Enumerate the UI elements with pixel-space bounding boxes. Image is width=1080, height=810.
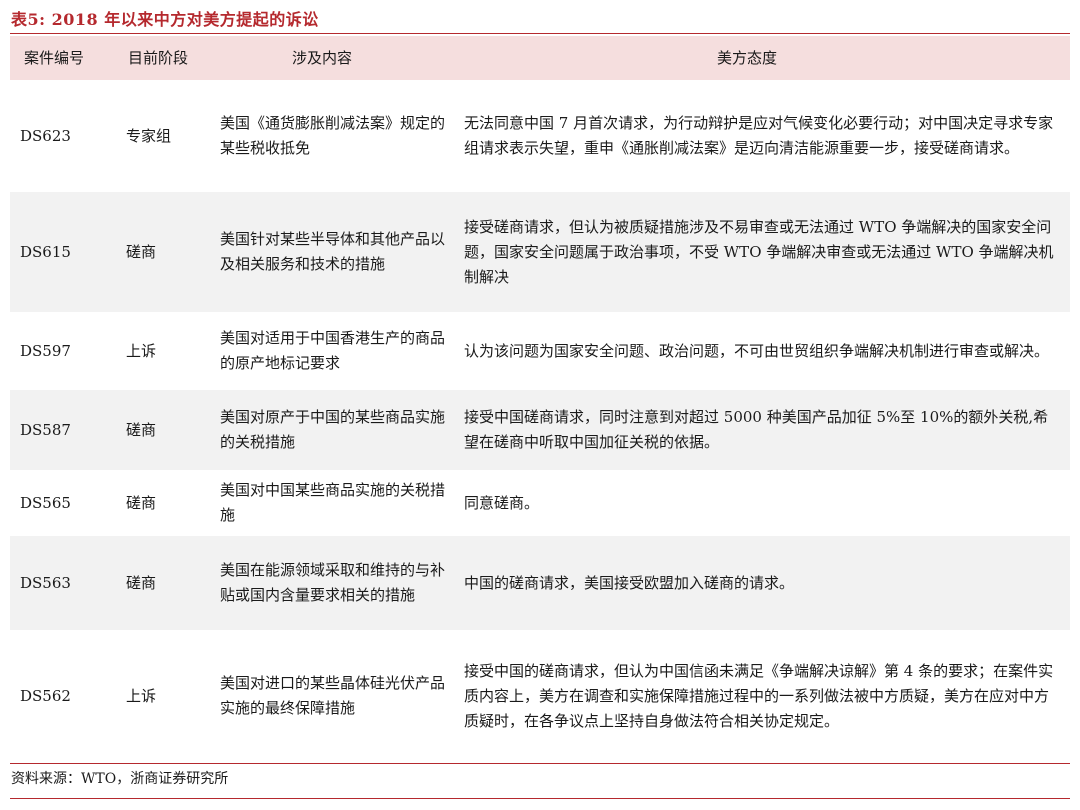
current-stage: 磋商: [126, 242, 157, 261]
header-current-stage: 目前阶段: [128, 48, 189, 67]
current-stage: 磋商: [126, 493, 157, 512]
current-stage: 上诉: [126, 686, 157, 705]
footer-rule: [10, 798, 1070, 799]
current-stage: 上诉: [126, 341, 157, 360]
content: 美国在能源领域采取和维持的与补贴或国内含量要求相关的措施: [220, 561, 446, 604]
content: 美国对进口的某些晶体硅光伏产品实施的最终保障措施: [220, 674, 446, 717]
header-content: 涉及内容: [291, 48, 352, 67]
table-row: DS587 磋商 美国对原产于中国的某些商品实施的关税措施 接受中国磋商请求，同…: [10, 390, 1070, 470]
content: 美国对原产于中国的某些商品实施的关税措施: [220, 408, 446, 451]
case-number: DS563: [20, 573, 71, 592]
current-stage: 磋商: [126, 573, 157, 592]
us-attitude: 接受中国磋商请求，同时注意到对超过 5000 种美国产品加征 5%至 10%的额…: [464, 408, 1049, 451]
table-row: DS615 磋商 美国针对某些半导体和其他产品以及相关服务和技术的措施 接受磋商…: [10, 192, 1070, 312]
us-attitude: 同意磋商。: [464, 493, 540, 512]
case-number: DS623: [20, 126, 71, 145]
table-row: DS563 磋商 美国在能源领域采取和维持的与补贴或国内含量要求相关的措施 中国…: [10, 536, 1070, 630]
table-row: DS597 上诉 美国对适用于中国香港生产的商品的原产地标记要求 认为该问题为国…: [10, 312, 1070, 390]
table-caption: 表5: 2018 年以来中方对美方提起的诉讼: [11, 10, 319, 29]
case-number: DS597: [20, 341, 71, 360]
us-attitude: 接受磋商请求，但认为被质疑措施涉及不易审查或无法通过 WTO 争端解决的国家安全…: [464, 217, 1054, 286]
table-row: DS623 专家组 美国《通货膨胀削减法案》规定的某些税收抵免 无法同意中国 7…: [10, 80, 1070, 192]
content: 美国对适用于中国香港生产的商品的原产地标记要求: [220, 329, 446, 372]
us-attitude: 中国的磋商请求，美国接受欧盟加入磋商的请求。: [464, 573, 795, 592]
case-number: DS565: [20, 493, 71, 512]
case-number: DS562: [20, 686, 71, 705]
content: 美国对中国某些商品实施的关税措施: [220, 481, 446, 524]
table-row: DS562 上诉 美国对进口的某些晶体硅光伏产品实施的最终保障措施 接受中国的磋…: [10, 630, 1070, 762]
source-note: 资料来源：WTO，浙商证券研究所: [11, 771, 229, 787]
bottom-rule: [10, 763, 1070, 764]
current-stage: 专家组: [126, 126, 172, 145]
us-attitude: 接受中国的磋商请求，但认为中国信函未满足《争端解决谅解》第 4 条的要求；在案件…: [464, 661, 1054, 730]
header-us-attitude: 美方态度: [716, 48, 777, 67]
case-number: DS587: [20, 420, 71, 439]
header-case-number: 案件编号: [24, 48, 85, 67]
case-number: DS615: [20, 242, 71, 261]
table-header-row: 案件编号 目前阶段 涉及内容 美方态度: [10, 36, 1070, 80]
content: 美国针对某些半导体和其他产品以及相关服务和技术的措施: [220, 230, 446, 273]
current-stage: 磋商: [126, 420, 157, 439]
us-attitude: 无法同意中国 7 月首次请求，为行动辩护是应对气候变化必要行动；对中国决定寻求专…: [464, 114, 1054, 157]
table-row: DS565 磋商 美国对中国某些商品实施的关税措施 同意磋商。: [10, 470, 1070, 536]
us-attitude: 认为该问题为国家安全问题、政治问题，不可由世贸组织争端解决机制进行审查或解决。: [464, 341, 1050, 360]
lawsuit-table: 案件编号 目前阶段 涉及内容 美方态度 DS623 专家组 美国《通货膨胀削减法…: [10, 36, 1070, 762]
content: 美国《通货膨胀削减法案》规定的某些税收抵免: [220, 114, 446, 157]
top-rule: [10, 33, 1070, 34]
